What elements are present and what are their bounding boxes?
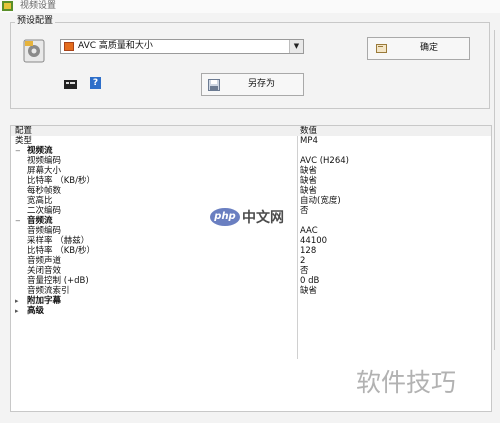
collapse-icon[interactable]: − [15,146,21,156]
expand-icon[interactable]: ▸ [15,306,19,316]
property-value[interactable]: AVC (H264) [300,156,349,166]
property-name: 附加字幕 [27,296,62,306]
header-name: 配置 [15,126,33,136]
php-watermark-text: 中文网 [242,210,284,226]
grid-category-row[interactable]: ▸ 高级 [11,306,491,316]
property-name: 音频编码 [27,226,62,236]
property-value[interactable]: 44100 [300,236,327,246]
property-name: 音频流索引 [27,286,70,296]
grid-category-row[interactable]: − 视频流 [11,146,491,156]
property-name: 视频编码 [27,156,62,166]
header-value: 数值 [300,126,318,136]
property-name: 比特率 （KB/秒） [27,176,95,186]
property-name: 宽高比 [27,196,53,206]
expand-icon[interactable]: ▸ [15,296,19,306]
property-value[interactable]: 0 dB [300,276,319,286]
property-name: 音量控制 (+dB) [27,276,89,286]
save-as-button-label: 另存为 [248,79,276,89]
help-icon[interactable]: ? [90,77,101,89]
preset-format-icon [64,42,74,51]
property-name: 二次编码 [27,206,62,216]
property-value[interactable]: 缺省 [300,176,317,186]
grid-property-row[interactable]: 比特率 （KB/秒） 128 [11,246,491,256]
grid-category-row[interactable]: ▸ 附加字幕 [11,296,491,306]
grid-property-row[interactable]: 宽高比 自动(宽度) [11,196,491,206]
app-icon [2,1,13,11]
php-watermark: php 中文网 [210,208,302,228]
php-logo: php [210,208,240,226]
ok-button[interactable]: 确定 [367,37,470,60]
title-bar: 视频设置 [0,0,500,13]
property-name: 视频流 [27,146,53,156]
save-as-button[interactable]: 另存为 [201,73,304,96]
collapse-icon[interactable]: − [15,216,21,226]
property-name: 类型 [15,136,33,146]
property-value[interactable]: 缺省 [300,286,317,296]
confirm-icon [376,44,387,53]
grid-property-row[interactable]: 音频声道 2 [11,256,491,266]
property-name: 采样率 （赫兹） [27,236,90,246]
tips-watermark: 软件技巧 [356,368,457,397]
property-name: 音频声道 [27,256,62,266]
grid-property-row[interactable]: 关闭音效 否 [11,266,491,276]
grid-property-row[interactable]: 类型 MP4 [11,136,491,146]
grid-property-row[interactable]: 音频流索引 缺省 [11,286,491,296]
preset-dropdown[interactable]: AVC 高质量和大小 ▼ [60,39,304,54]
chevron-down-icon[interactable]: ▼ [289,40,303,53]
property-name: 屏幕大小 [27,166,62,176]
settings-gear-icon [23,39,45,63]
window-edge [494,30,499,350]
property-value[interactable]: MP4 [300,136,318,146]
grid-property-row[interactable]: 屏幕大小 缺省 [11,166,491,176]
property-value[interactable]: AAC [300,226,318,236]
grid-property-row[interactable]: 采样率 （赫兹） 44100 [11,236,491,246]
property-value[interactable]: 缺省 [300,166,317,176]
property-name: 每秒帧数 [27,186,62,196]
property-name: 关闭音效 [27,266,62,276]
preset-selected-value: AVC 高质量和大小 [78,41,153,51]
property-value[interactable]: 自动(宽度) [300,196,341,206]
ok-button-label: 确定 [420,43,439,53]
property-value[interactable]: 128 [300,246,316,256]
preset-group-label: 预设配置 [15,15,56,27]
grid-property-row[interactable]: 音量控制 (+dB) 0 dB [11,276,491,286]
property-value[interactable]: 2 [300,256,305,266]
property-value[interactable]: 否 [300,266,309,276]
grid-property-row[interactable]: 视频编码 AVC (H264) [11,156,491,166]
property-name: 比特率 （KB/秒） [27,246,95,256]
grid-property-row[interactable]: 每秒帧数 缺省 [11,186,491,196]
property-name: 高级 [27,306,45,316]
property-value[interactable]: 缺省 [300,186,317,196]
save-disk-icon [208,79,220,91]
grid-property-row[interactable]: 比特率 （KB/秒） 缺省 [11,176,491,186]
window-title: 视频设置 [20,1,57,11]
property-name: 音频流 [27,216,53,226]
grid-header: 配置 数值 [11,126,491,136]
codec-info-icon[interactable] [64,80,77,89]
